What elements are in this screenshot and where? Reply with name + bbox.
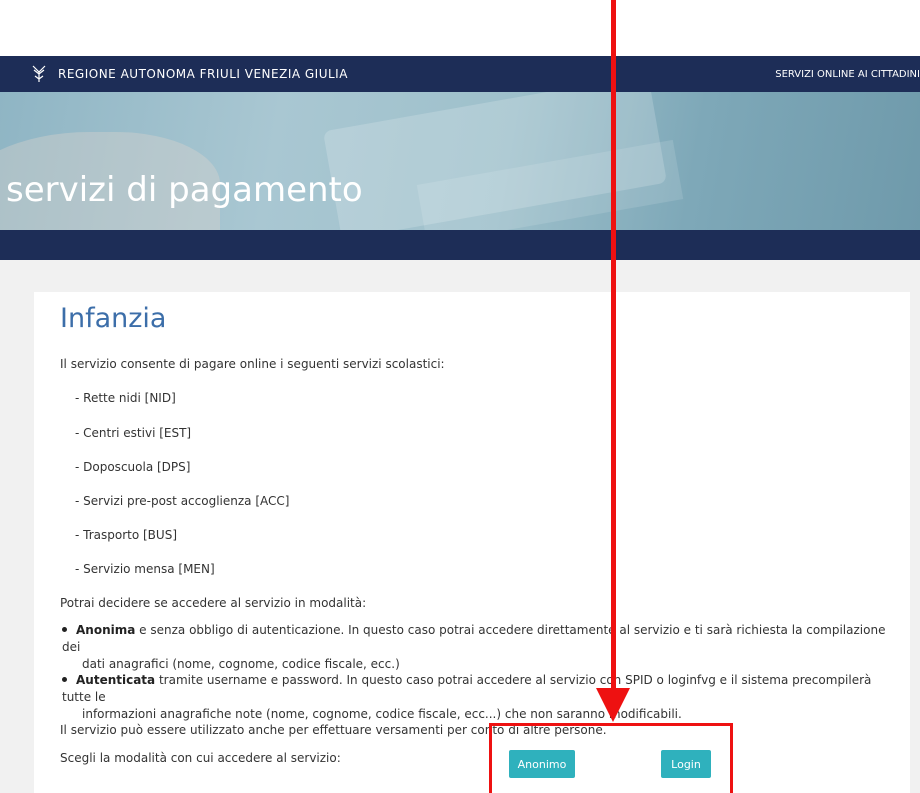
service-item-dps: - Doposcuola [DPS] <box>75 460 191 474</box>
service-item-acc: - Servizi pre-post accoglienza [ACC] <box>75 494 290 508</box>
brand-name: REGIONE AUTONOMA FRIULI VENEZIA GIULIA <box>58 67 348 81</box>
service-item-men: - Servizio mensa [MEN] <box>75 562 215 576</box>
online-services-link[interactable]: SERVIZI ONLINE AI CITTADINI <box>775 69 920 80</box>
mode-anonymous-desc-1: e senza obbligo di autenticazione. In qu… <box>62 623 886 654</box>
brand[interactable]: REGIONE AUTONOMA FRIULI VENEZIA GIULIA <box>32 64 348 84</box>
service-item-est: - Centri estivi [EST] <box>75 426 192 440</box>
mode-anonymous-desc-2: dati anagrafici (nome, cognome, codice f… <box>82 657 400 671</box>
choose-prompt-text: Scegli la modalità con cui accedere al s… <box>60 751 341 765</box>
region-logo-icon <box>32 65 46 82</box>
annotation-arrow-line <box>611 0 616 690</box>
service-item-bus: - Trasporto [BUS] <box>75 528 177 542</box>
mode-authenticated-desc-2: informazioni anagrafiche note (nome, cog… <box>82 707 682 721</box>
hero-title: servizi di pagamento <box>6 170 363 210</box>
top-header-bar: REGIONE AUTONOMA FRIULI VENEZIA GIULIA S… <box>0 56 920 92</box>
mode-authenticated-item: Autenticata tramite username e password.… <box>62 672 892 723</box>
mode-intro-text: Potrai decidere se accedere al servizio … <box>60 596 367 610</box>
bullet-icon <box>62 677 67 682</box>
service-item-nid: - Rette nidi [NID] <box>75 391 176 405</box>
mode-anonymous-name: Anonima <box>76 623 136 637</box>
mode-authenticated-name: Autenticata <box>76 673 156 687</box>
mode-authenticated-desc-1: tramite username e password. In questo c… <box>62 673 872 704</box>
bullet-icon <box>62 627 67 632</box>
annotation-arrow-down-icon <box>596 688 630 722</box>
annotation-highlight-box <box>489 723 733 793</box>
intro-text: Il servizio consente di pagare online i … <box>60 357 445 371</box>
mode-anonymous-item: Anonima e senza obbligo di autenticazion… <box>62 622 892 673</box>
hero-banner: servizi di pagamento <box>0 92 920 230</box>
hero-bottom-band <box>0 230 920 260</box>
section-title: Infanzia <box>60 303 167 334</box>
